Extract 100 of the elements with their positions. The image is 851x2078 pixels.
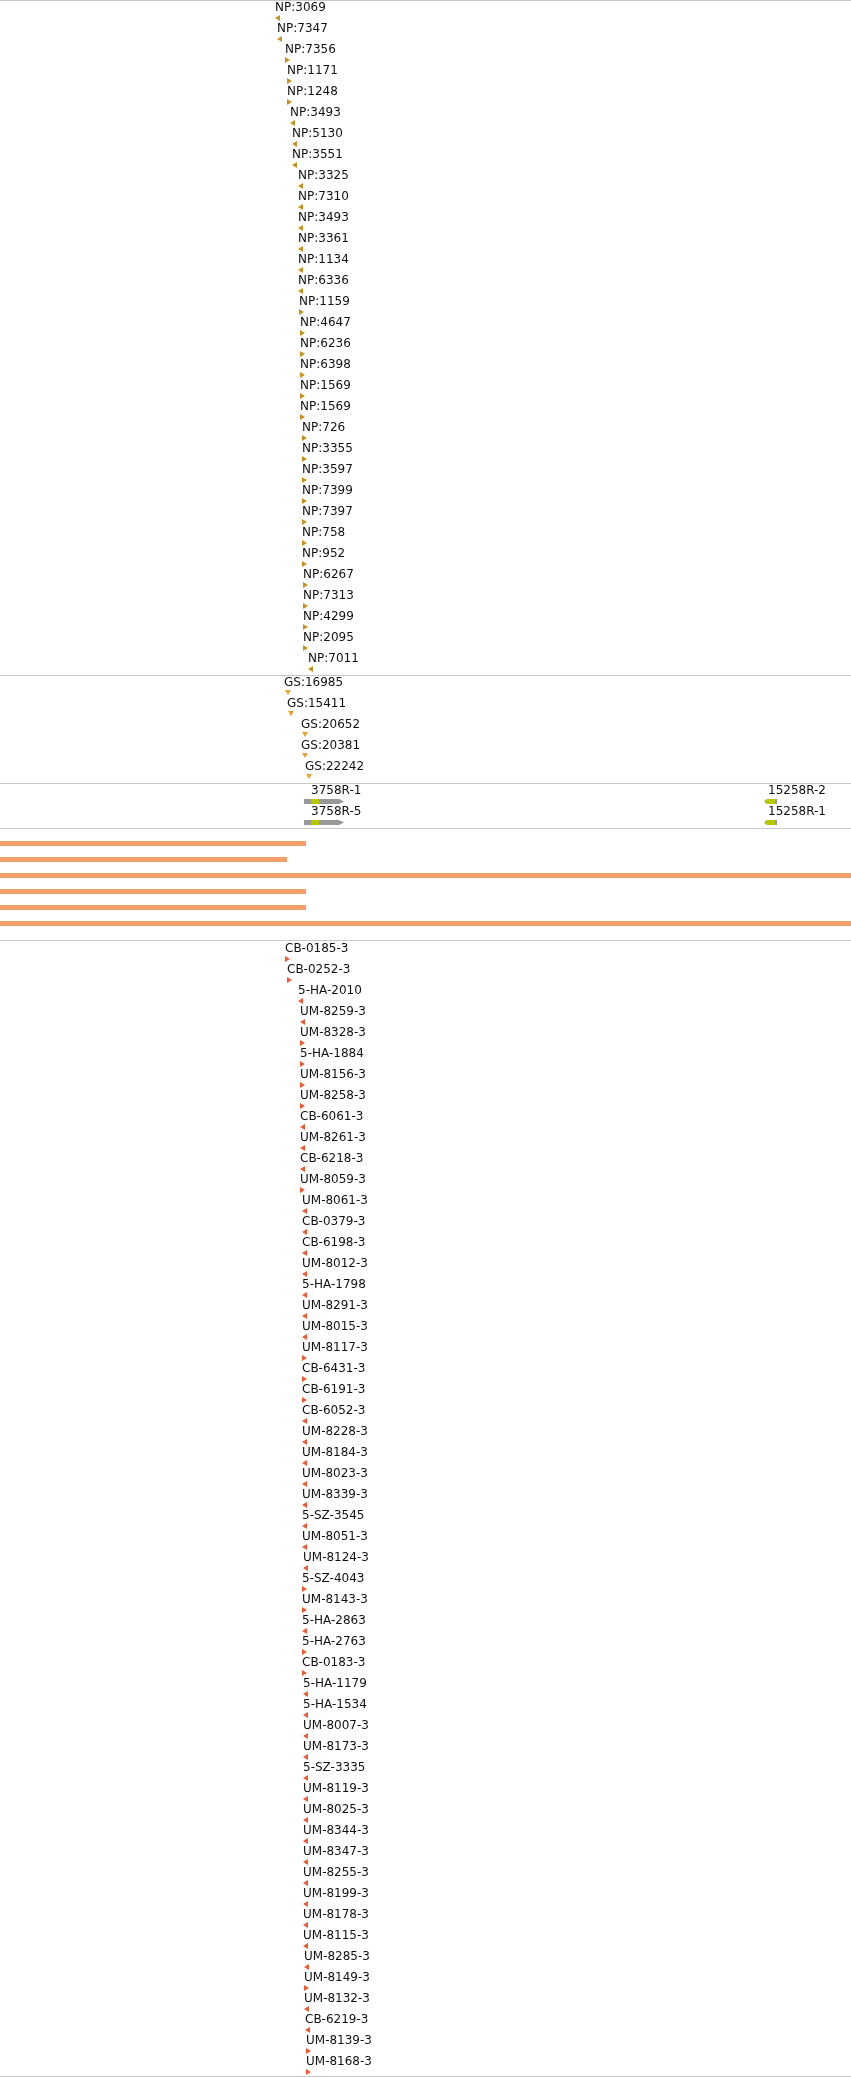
- feature-label: NP:7011: [308, 652, 359, 665]
- feature-label: NP:6336: [298, 274, 349, 287]
- feature-label: NP:7399: [302, 484, 353, 497]
- feature-label: UM-8173-3: [303, 1740, 369, 1753]
- feature-label: NP:1569: [300, 379, 351, 392]
- feature-label: UM-8149-3: [304, 1971, 370, 1984]
- feature-label: NP:3355: [302, 442, 353, 455]
- gene-label: 15258R-1: [768, 805, 826, 818]
- feature-label: UM-8347-3: [303, 1845, 369, 1858]
- feature-label: NP:952: [302, 547, 346, 560]
- feature-label: CB-6219-3: [305, 2013, 369, 2026]
- feature-label: UM-8061-3: [302, 1194, 368, 1207]
- feature-label: 5-HA-2863: [302, 1614, 366, 1627]
- feature-label: 5-SZ-3545: [302, 1509, 365, 1522]
- down-triangle-icon: [285, 690, 291, 695]
- feature-label: NP:758: [302, 526, 346, 539]
- feature-label: UM-8124-3: [303, 1551, 369, 1564]
- feature-label: 5-HA-1884: [300, 1047, 364, 1060]
- feature-label: NP:726: [302, 421, 346, 434]
- feature-label: UM-8255-3: [303, 1866, 369, 1879]
- feature-label: NP:7310: [298, 190, 349, 203]
- feature-label: NP:3325: [298, 169, 349, 182]
- feature-label: NP:6236: [300, 337, 351, 350]
- feature-label: UM-8339-3: [302, 1488, 368, 1501]
- feature-label: CB-6218-3: [300, 1152, 364, 1165]
- gene-label: 3758R-1: [311, 784, 362, 797]
- feature-label: 5-SZ-4043: [302, 1572, 365, 1585]
- feature-label: UM-8143-3: [302, 1593, 368, 1606]
- feature-label: UM-8258-3: [300, 1089, 366, 1102]
- feature-label: NP:4299: [303, 610, 354, 623]
- down-triangle-icon: [302, 753, 308, 758]
- feature-label: UM-8168-3: [306, 2055, 372, 2068]
- feature-label: GS:20652: [301, 718, 361, 731]
- feature-label: 5-HA-1179: [303, 1677, 367, 1690]
- feature-label: UM-8156-3: [300, 1068, 366, 1081]
- feature-label: NP:7356: [285, 43, 336, 56]
- feature-label: UM-8178-3: [303, 1908, 369, 1921]
- feature-label: UM-8184-3: [302, 1446, 368, 1459]
- feature-label: NP:1159: [299, 295, 350, 308]
- feature-label: UM-8115-3: [303, 1929, 369, 1942]
- feature-label: NP:6267: [303, 568, 354, 581]
- feature-label: UM-8139-3: [306, 2034, 372, 2047]
- feature-label: CB-6052-3: [302, 1404, 366, 1417]
- feature-label: CB-6191-3: [302, 1383, 366, 1396]
- feature-label: NP:7397: [302, 505, 353, 518]
- feature-label: UM-8261-3: [300, 1131, 366, 1144]
- feature-label: NP:1171: [287, 64, 338, 77]
- down-triangle-icon: [302, 732, 308, 737]
- feature-label: NP:1569: [300, 400, 351, 413]
- feature-label: UM-8291-3: [302, 1299, 368, 1312]
- feature-label: NP:1134: [298, 253, 349, 266]
- feature-label: CB-6061-3: [300, 1110, 364, 1123]
- feature-label: NP:3551: [292, 148, 343, 161]
- feature-label: GS:22242: [305, 760, 365, 773]
- down-triangle-icon: [288, 711, 294, 716]
- feature-label: NP:3069: [275, 1, 326, 14]
- feature-label: GS:16985: [284, 676, 344, 689]
- feature-label: NP:2095: [303, 631, 354, 644]
- feature-label: 5-SZ-3335: [303, 1761, 366, 1774]
- feature-label: UM-8025-3: [303, 1803, 369, 1816]
- feature-label: UM-8132-3: [304, 1992, 370, 2005]
- feature-label: UM-8059-3: [300, 1173, 366, 1186]
- feature-label: UM-8023-3: [302, 1467, 368, 1480]
- feature-label: UM-8119-3: [303, 1782, 369, 1795]
- feature-label: UM-8015-3: [302, 1320, 368, 1333]
- feature-label: UM-8328-3: [300, 1026, 366, 1039]
- feature-label: UM-8259-3: [300, 1005, 366, 1018]
- feature-label: CB-0252-3: [287, 963, 351, 976]
- feature-label: 5-HA-2763: [302, 1635, 366, 1648]
- feature-label: UM-8117-3: [302, 1341, 368, 1354]
- feature-label: UM-8051-3: [302, 1530, 368, 1543]
- feature-label: NP:7347: [277, 22, 328, 35]
- feature-label: UM-8012-3: [302, 1257, 368, 1270]
- feature-label: UM-8199-3: [303, 1887, 369, 1900]
- feature-label: CB-6431-3: [302, 1362, 366, 1375]
- feature-label: UM-8285-3: [304, 1950, 370, 1963]
- feature-label: NP:3493: [290, 106, 341, 119]
- feature-label: NP:5130: [292, 127, 343, 140]
- feature-label: UM-8344-3: [303, 1824, 369, 1837]
- feature-label: UM-8007-3: [303, 1719, 369, 1732]
- feature-label: CB-6198-3: [302, 1236, 366, 1249]
- feature-label: 5-HA-1798: [302, 1278, 366, 1291]
- feature-label: NP:6398: [300, 358, 351, 371]
- feature-label: CB-0379-3: [302, 1215, 366, 1228]
- feature-label: NP:3597: [302, 463, 353, 476]
- feature-label: GS:20381: [301, 739, 361, 752]
- feature-label: NP:4647: [300, 316, 351, 329]
- down-triangle-icon: [306, 774, 312, 779]
- feature-label: NP:7313: [303, 589, 354, 602]
- gene-label: 15258R-2: [768, 784, 826, 797]
- feature-label: UM-8228-3: [302, 1425, 368, 1438]
- feature-label: 5-HA-1534: [303, 1698, 367, 1711]
- feature-label: CB-0185-3: [285, 942, 349, 955]
- feature-label: NP:3493: [298, 211, 349, 224]
- feature-label: CB-0183-3: [302, 1656, 366, 1669]
- gene-label: 3758R-5: [311, 805, 362, 818]
- feature-label: GS:15411: [287, 697, 347, 710]
- feature-label: NP:3361: [298, 232, 349, 245]
- feature-label: 5-HA-2010: [298, 984, 362, 997]
- feature-label: NP:1248: [287, 85, 338, 98]
